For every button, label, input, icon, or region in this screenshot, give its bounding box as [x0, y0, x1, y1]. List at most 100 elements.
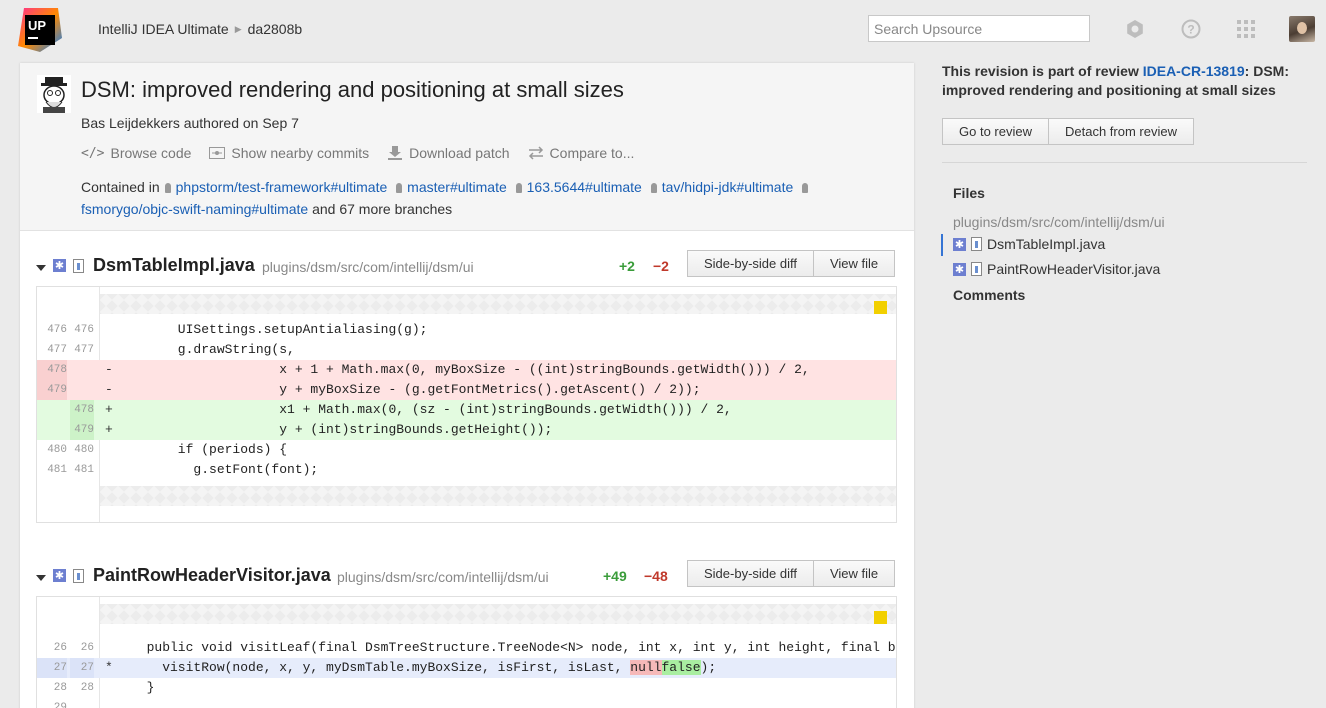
new-line-number: 478: [70, 400, 94, 420]
files-directory-path: plugins/dsm/src/com/intellij/dsm/ui: [953, 214, 1165, 230]
lines-added-count: +49: [603, 568, 627, 584]
side-by-side-diff-button[interactable]: Side-by-side diff: [687, 250, 814, 277]
sidebar-file-item[interactable]: ✱ PaintRowHeaderVisitor.java: [953, 261, 1160, 277]
java-file-icon: [73, 569, 84, 583]
file-name[interactable]: PaintRowHeaderVisitor.java: [93, 565, 331, 586]
diff-line[interactable]: 481 481 g.setFont(font);: [37, 460, 896, 480]
diff-line[interactable]: 27 27 * visitRow(node, x, y, myDsmTable.my…: [37, 658, 896, 678]
diff-view: 26 26 public void visitLeaf(final DsmTree…: [36, 596, 897, 708]
modified-star-icon: ✱: [953, 262, 966, 276]
branch-icon: [802, 183, 809, 193]
collapsed-lines-separator[interactable]: [100, 604, 896, 624]
code-text: y + myBoxSize - (g.getFontMetrics().getA…: [131, 382, 701, 397]
contained-in-branches: Contained in phpstorm/test-framework#ulti…: [81, 176, 901, 220]
diff-marker: +: [105, 402, 113, 417]
diff-line[interactable]: 478 + x1 + Math.max(0, (sz - (int)stringB…: [37, 400, 896, 420]
collapse-triangle-icon[interactable]: [36, 575, 46, 581]
upsource-logo[interactable]: UP: [18, 8, 62, 52]
help-icon[interactable]: ?: [1180, 18, 1202, 40]
file-header: ✱ PaintRowHeaderVisitor.java plugins/dsm…: [20, 560, 914, 600]
code-text: }: [131, 680, 155, 695]
diff-line[interactable]: 479 - y + myBoxSize - (g.getFontMetrics()…: [37, 380, 896, 400]
new-line-number: 481: [74, 464, 94, 476]
diff-line[interactable]: 477 477 g.drawString(s,: [37, 340, 896, 360]
download-patch-label: Download patch: [409, 145, 510, 161]
user-avatar[interactable]: [1289, 16, 1315, 42]
side-by-side-diff-button[interactable]: Side-by-side diff: [687, 560, 814, 587]
code-text: public void visitLeaf(final DsmTreeStruc…: [146, 640, 896, 655]
diff-line[interactable]: 28 28 }: [37, 678, 896, 698]
revision-title: DSM: improved rendering and positioning …: [81, 77, 624, 102]
files-section-title: Files: [953, 185, 985, 201]
contained-prefix: Contained in: [81, 179, 160, 195]
code-icon: </>: [81, 145, 105, 161]
diff-line[interactable]: 478 - x + 1 + Math.max(0, myBoxSize - ((i…: [37, 360, 896, 380]
sidebar-file-item[interactable]: ✱ DsmTableImpl.java: [953, 236, 1105, 252]
settings-icon[interactable]: [1124, 18, 1146, 40]
apps-grid-icon[interactable]: [1235, 18, 1257, 40]
breadcrumb: IntelliJ IDEA Ultimate ▶ da2808b: [98, 21, 302, 37]
collapse-triangle-icon[interactable]: [36, 265, 46, 271]
sidebar-file-name: DsmTableImpl.java: [987, 236, 1106, 252]
file-header: ✱ DsmTableImpl.java plugins/dsm/src/com/…: [20, 250, 914, 290]
review-link[interactable]: IDEA-CR-13819: [1143, 63, 1245, 79]
new-line-number: 477: [74, 344, 94, 356]
diff-line[interactable]: 476 476 UISettings.setupAntialiasing(g);: [37, 320, 896, 340]
active-file-indicator: [941, 234, 943, 256]
branch-link[interactable]: 163.5644#ultimate: [527, 179, 642, 195]
diff-line[interactable]: 480 480 if (periods) {: [37, 440, 896, 460]
lines-added-count: +2: [619, 258, 635, 274]
download-patch-button[interactable]: Download patch: [387, 145, 510, 161]
commits-icon: [209, 147, 226, 159]
old-line-number: 29: [53, 702, 67, 708]
branch-link[interactable]: fsmorygo/objc-swift-naming#ultimate: [81, 201, 308, 217]
lines-removed-count: −2: [653, 258, 669, 274]
breadcrumb-revision[interactable]: da2808b: [248, 21, 303, 37]
new-line-number: 27: [70, 658, 94, 678]
branch-link[interactable]: master#ultimate: [407, 179, 507, 195]
view-file-button[interactable]: View file: [813, 560, 896, 587]
code-text: y + (int)stringBounds.getHeight());: [131, 422, 553, 437]
search-input[interactable]: [868, 15, 1090, 42]
go-to-review-button[interactable]: Go to review: [942, 118, 1049, 145]
logo-text: UP: [28, 18, 46, 33]
modified-star-icon: ✱: [953, 237, 966, 251]
branch-link[interactable]: tav/hidpi-jdk#ultimate: [662, 179, 794, 195]
code-text: if (periods) {: [131, 442, 288, 457]
diff-line[interactable]: 26 26 public void visitLeaf(final DsmTree…: [37, 638, 896, 658]
branch-link[interactable]: phpstorm/test-framework#ultimate: [176, 179, 388, 195]
compare-arrows-icon: [528, 146, 543, 160]
view-file-button[interactable]: View file: [813, 250, 896, 277]
show-nearby-commits-button[interactable]: Show nearby commits: [209, 145, 369, 161]
breadcrumb-project[interactable]: IntelliJ IDEA Ultimate: [98, 21, 229, 37]
code-fragment: visitRow(node, x, y, myDsmTable.myBoxSiz…: [131, 660, 631, 675]
revision-actions: </> Browse code Show nearby commits Down…: [81, 145, 634, 161]
detach-from-review-button[interactable]: Detach from review: [1048, 118, 1194, 145]
branch-icon: [164, 183, 171, 193]
code-text: g.setFont(font);: [131, 462, 319, 477]
new-line-number: 476: [74, 324, 94, 336]
revision-header: DSM: improved rendering and positioning …: [20, 63, 914, 231]
file-name[interactable]: DsmTableImpl.java: [93, 255, 255, 276]
download-icon: [388, 146, 403, 160]
file-path: plugins/dsm/src/com/intellij/dsm/ui: [262, 259, 474, 275]
browse-code-button[interactable]: </> Browse code: [81, 145, 191, 161]
diff-line[interactable]: 479 + y + (int)stringBounds.getHeight());: [37, 420, 896, 440]
top-bar: UP IntelliJ IDEA Ultimate ▶ da2808b ?: [0, 0, 1326, 60]
collapsed-lines-separator[interactable]: [100, 486, 896, 506]
java-file-icon: [971, 237, 982, 251]
collapsed-lines-separator[interactable]: [100, 294, 896, 314]
compare-to-button[interactable]: Compare to...: [528, 145, 634, 161]
file-path: plugins/dsm/src/com/intellij/dsm/ui: [337, 569, 549, 585]
revision-panel: DSM: improved rendering and positioning …: [20, 63, 914, 708]
code-text: x1 + Math.max(0, (sz - (int)stringBounds…: [131, 402, 732, 417]
inspection-marker[interactable]: [874, 611, 887, 624]
inspection-marker[interactable]: [874, 301, 887, 314]
review-info: This revision is part of review IDEA-CR-…: [942, 62, 1312, 100]
file-button-group: Side-by-side diff View file: [687, 250, 896, 277]
code-text: g.drawString(s,: [131, 342, 295, 357]
diff-line[interactable]: 29: [37, 698, 896, 708]
modified-star-icon: ✱: [53, 569, 66, 582]
author-avatar[interactable]: [37, 75, 71, 113]
old-line-number: 476: [47, 324, 67, 336]
